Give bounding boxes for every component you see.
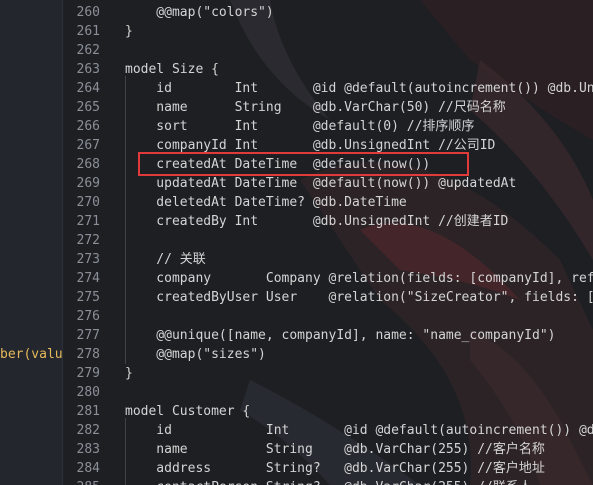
line-number: 278 [76,347,100,362]
line-number: 273 [76,252,100,267]
line-number: 260 [76,5,100,20]
indent-guide [125,76,126,364]
line-number: 262 [76,43,100,58]
code-line[interactable]: 276 [62,307,593,326]
code-line[interactable]: 285 contactPerson String? @db.VarChar(25… [62,478,593,485]
indent-guide [125,418,126,485]
left-editor-pane: ber(valu [0,0,63,485]
line-number: 264 [76,81,100,96]
code-text: createdBy Int @db.UnsignedInt //创建者ID [125,214,509,229]
code-editor[interactable]: 260 @@map("colors") 261} 262 263 model Size … [62,0,593,485]
line-number: 281 [76,404,100,419]
line-number: 269 [76,176,100,191]
left-code-text: ber(valu [0,347,63,362]
code-text: id Int @id @default(autoincrement()) @db… [125,81,593,96]
line-number: 261 [76,24,100,39]
code-line[interactable]: 281 model Customer { [62,402,593,421]
line-number: 268 [76,157,100,172]
code-text: @@map("sizes") [125,347,266,362]
line-number: 267 [76,138,100,153]
code-text: sort Int @default(0) //排序顺序 [125,119,475,134]
code-line[interactable]: 275 createdByUser User @relation("SizeCr… [62,288,593,307]
code-line[interactable]: 261} [62,22,593,41]
line-number: 270 [76,195,100,210]
code-line[interactable]: 282 id Int @id @default(autoincrement())… [62,421,593,440]
line-number: 275 [76,290,100,305]
line-number: 284 [76,461,100,476]
code-text: updatedAt DateTime @default(now()) @upda… [125,176,517,191]
line-number: 282 [76,423,100,438]
code-text: name String @db.VarChar(255) //客户名称 [125,442,545,457]
line-number: 280 [76,385,100,400]
code-line[interactable]: 274 company Company @relation(fields: [c… [62,269,593,288]
line-number: 277 [76,328,100,343]
code-text: company Company @relation(fields: [compa… [125,271,593,286]
code-text: id Int @id @default(autoincrement()) @db [125,423,593,438]
line-number: 279 [76,366,100,381]
code-line[interactable]: 283 name String @db.VarChar(255) //客户名称 [62,440,593,459]
line-number: 285 [62,478,100,485]
line-number: 263 [76,62,100,77]
code-text: model Customer { [125,404,251,419]
code-text: name String @db.VarChar(50) //尺码名称 [125,100,506,115]
code-text: deletedAt DateTime? @db.DateTime [125,195,407,210]
code-line[interactable]: 273 // 关联 [62,250,593,269]
code-text: } [125,366,133,381]
code-line[interactable]: 260 @@map("colors") [62,3,593,22]
code-line[interactable]: 265 name String @db.VarChar(50) //尺码名称 [62,98,593,117]
code-text: contactPerson String? @db.VarChar(255) /… [125,478,532,485]
code-line[interactable]: 284 address String? @db.VarChar(255) //客… [62,459,593,478]
code-line[interactable]: 262 [62,41,593,60]
line-number: 271 [76,214,100,229]
line-number: 272 [76,233,100,248]
line-number: 265 [76,100,100,115]
code-line[interactable]: 280 [62,383,593,402]
left-code-snippet: ber(valu [0,345,63,364]
code-text: @@map("colors") [125,5,274,20]
code-line[interactable]: 279} [62,364,593,383]
code-line[interactable]: 278 @@map("sizes") [62,345,593,364]
line-number: 266 [76,119,100,134]
code-text: address String? @db.VarChar(255) //客户地址 [125,461,545,476]
code-text: @@unique([name, companyId], name: "name_… [125,328,556,343]
line-number: 276 [76,309,100,324]
line-number: 283 [76,442,100,457]
code-text: } [125,24,133,39]
code-line[interactable]: 266 sort Int @default(0) //排序顺序 [62,117,593,136]
code-line[interactable]: 269 updatedAt DateTime @default(now()) @… [62,174,593,193]
code-line[interactable]: 264 id Int @id @default(autoincrement())… [62,79,593,98]
highlight-box [138,152,469,176]
code-line[interactable]: 271 createdBy Int @db.UnsignedInt //创建者I… [62,212,593,231]
code-line[interactable]: 263 model Size { [62,60,593,79]
code-text: model Size { [125,62,219,77]
code-text: createdByUser User @relation("SizeCreato… [125,290,593,305]
code-text: // 关联 [125,252,206,267]
line-number: 274 [76,271,100,286]
code-line[interactable]: 270 deletedAt DateTime? @db.DateTime [62,193,593,212]
code-line[interactable]: 277 @@unique([name, companyId], name: "n… [62,326,593,345]
code-line[interactable]: 272 [62,231,593,250]
